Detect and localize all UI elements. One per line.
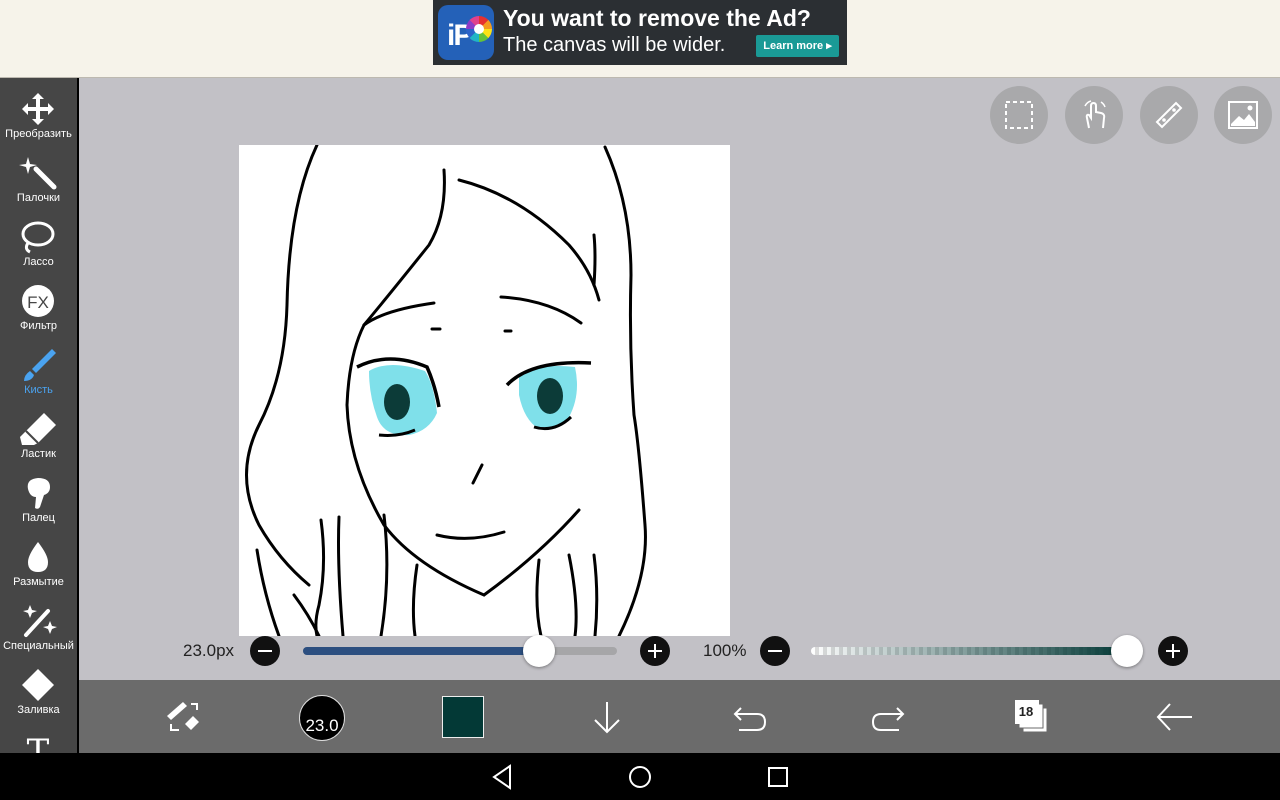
color-picker-button[interactable] [442, 696, 484, 738]
svg-text:T: T [27, 732, 50, 753]
redo-button[interactable] [865, 692, 915, 742]
fx-filter-icon: FX [22, 285, 54, 317]
arrow-left-icon [1156, 703, 1192, 731]
brush-swap-icon [167, 702, 199, 731]
line-art-drawing [245, 145, 647, 636]
color-wheel-icon [466, 16, 492, 42]
brush-icon [24, 349, 56, 381]
tool-smudge[interactable]: Палец [0, 467, 77, 529]
learn-more-button[interactable]: Learn more [756, 35, 839, 57]
opacity-slider-handle[interactable] [1111, 635, 1143, 667]
canvas-area[interactable]: 23.0px 100% [79, 78, 1280, 680]
hand-gesture-button[interactable] [1065, 86, 1123, 144]
tool-blur[interactable]: Размытие [0, 531, 77, 593]
arrow-down-icon [594, 702, 620, 734]
brush-size-slider-fill [303, 647, 539, 655]
image-icon [1228, 101, 1258, 129]
tool-label: Палец [22, 512, 55, 524]
back-button[interactable] [1150, 692, 1200, 742]
selection-button[interactable] [990, 86, 1048, 144]
tool-label: Преобразить [5, 128, 72, 140]
blur-drop-icon [28, 542, 48, 572]
fill-bucket-icon [22, 669, 54, 701]
nav-recents-icon[interactable] [763, 763, 793, 791]
tool-eraser[interactable]: Ластик [0, 403, 77, 465]
opacity-slider-fill [811, 647, 1127, 655]
ad-subtext: The canvas will be wider. [503, 34, 726, 56]
brush-size-indicator[interactable]: 23.0 [299, 695, 345, 741]
opacity-slider[interactable] [811, 647, 1127, 655]
tool-label: Кисть [24, 384, 53, 396]
tool-label: Ластик [21, 448, 56, 460]
brush-size-increase-button[interactable] [640, 636, 670, 666]
tool-label: Лассо [23, 256, 54, 268]
download-button[interactable] [582, 692, 632, 742]
brush-size-decrease-button[interactable] [250, 636, 280, 666]
ad-headline: You want to remove the Ad? [503, 5, 811, 31]
opacity-value: 100% [703, 641, 747, 660]
opacity-decrease-button[interactable] [760, 636, 790, 666]
brush-eraser-switch-button[interactable] [157, 692, 207, 742]
move-arrows-icon [22, 93, 54, 125]
nav-back-icon[interactable] [488, 763, 518, 791]
special-brush-icon [23, 605, 57, 637]
tool-special[interactable]: Специальный [0, 595, 77, 657]
tool-label: Заливка [17, 704, 60, 716]
lasso-icon [21, 221, 55, 254]
svg-text:FX: FX [27, 293, 49, 312]
finger-smudge-icon [27, 478, 50, 509]
undo-button[interactable] [723, 692, 773, 742]
layers-count: 18 [1018, 704, 1034, 719]
tool-filter[interactable]: FX Фильтр [0, 275, 77, 337]
ruler-icon [1155, 101, 1183, 129]
ad-bar: iP You want to remove the Ad? The canvas… [0, 0, 1280, 78]
redo-icon [871, 707, 905, 731]
opacity-increase-button[interactable] [1158, 636, 1188, 666]
reference-image-button[interactable] [1214, 86, 1272, 144]
tool-fill[interactable]: Заливка [0, 659, 77, 721]
brush-size-slider[interactable] [303, 647, 617, 655]
brush-size-value: 23.0px [183, 641, 235, 660]
system-navigation-bar [0, 753, 1280, 800]
tool-label: Фильтр [20, 320, 57, 332]
app-logo-icon: iP [438, 5, 494, 60]
tool-magic-wand[interactable]: Палочки [0, 147, 77, 209]
brush-sliders: 23.0px 100% [79, 633, 1280, 669]
ad-banner[interactable]: iP You want to remove the Ad? The canvas… [433, 0, 847, 65]
undo-icon [733, 707, 767, 731]
tool-label: Палочки [16, 192, 61, 204]
drawing-canvas[interactable] [239, 145, 730, 636]
tool-transform[interactable]: Преобразить [0, 83, 77, 145]
tool-text[interactable]: T [0, 723, 77, 753]
nav-home-icon[interactable] [625, 763, 655, 791]
brush-size-slider-handle[interactable] [522, 635, 555, 667]
selection-icon [1005, 101, 1033, 129]
magic-wand-icon [19, 157, 57, 190]
tool-label: Специальный [3, 640, 74, 652]
tool-lasso[interactable]: Лассо [0, 211, 77, 273]
tool-label: Размытие [13, 576, 64, 588]
tool-sidebar: Преобразить Палочки Лассо FX Фильтр Кист… [0, 78, 77, 753]
text-tool-icon: T [27, 732, 50, 753]
tool-brush[interactable]: Кисть [0, 339, 77, 401]
layers-button[interactable]: 18 [1007, 692, 1057, 742]
eraser-icon [20, 413, 56, 445]
hand-gesture-icon [1084, 100, 1106, 129]
bottom-toolbar: 23.0 18 [79, 680, 1280, 753]
ruler-button[interactable] [1140, 86, 1198, 144]
